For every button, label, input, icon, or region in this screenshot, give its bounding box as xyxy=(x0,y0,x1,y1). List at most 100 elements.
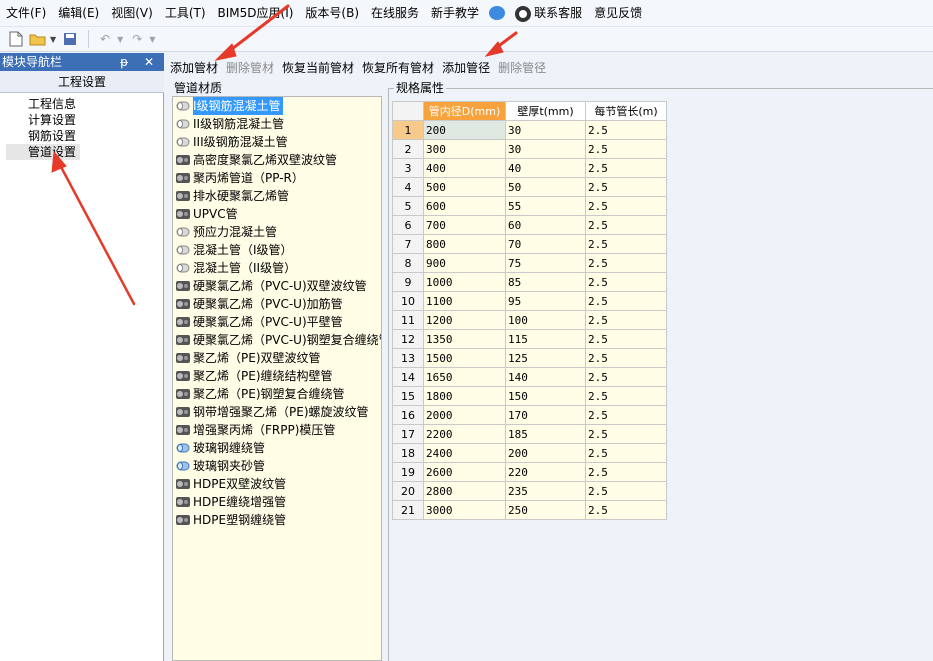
cell-wall-thickness[interactable]: 85 xyxy=(505,272,586,292)
cell-pipe-length[interactable]: 2.5 xyxy=(585,329,667,349)
undo-icon[interactable]: ↶ xyxy=(95,29,115,49)
menu-file[interactable]: 文件(F) xyxy=(0,0,52,26)
cell-diameter[interactable]: 3000 xyxy=(423,500,506,520)
cell-diameter[interactable]: 1000 xyxy=(423,272,506,292)
material-item[interactable]: HDPE双壁波纹管 xyxy=(173,475,381,493)
column-header-pipe-length[interactable]: 每节管长(m) xyxy=(585,101,667,121)
cell-wall-thickness[interactable]: 60 xyxy=(505,215,586,235)
table-row[interactable]: 17 2200 185 2.5 xyxy=(392,424,667,444)
menu-view[interactable]: 视图(V) xyxy=(105,0,159,26)
material-item[interactable]: 硬聚氯乙烯（PVC-U)钢塑复合缠绕管 xyxy=(173,331,381,349)
cell-diameter[interactable]: 800 xyxy=(423,234,506,254)
nav-item-project-info[interactable]: 工程信息 xyxy=(0,96,163,112)
cell-diameter[interactable]: 200 xyxy=(423,120,506,140)
material-item[interactable]: 硬聚氯乙烯（PVC-U)加筋管 xyxy=(173,295,381,313)
table-row[interactable]: 2 300 30 2.5 xyxy=(392,139,667,159)
nav-tab-project-settings[interactable]: 工程设置 xyxy=(0,71,164,93)
cell-pipe-length[interactable]: 2.5 xyxy=(585,500,667,520)
material-item[interactable]: 硬聚氯乙烯（PVC-U)双壁波纹管 xyxy=(173,277,381,295)
cell-wall-thickness[interactable]: 30 xyxy=(505,139,586,159)
cell-pipe-length[interactable]: 2.5 xyxy=(585,462,667,482)
cell-pipe-length[interactable]: 2.5 xyxy=(585,386,667,406)
material-item[interactable]: 聚乙烯（PE)钢塑复合缠绕管 xyxy=(173,385,381,403)
cell-diameter[interactable]: 1800 xyxy=(423,386,506,406)
menu-contact[interactable]: 联系客服 xyxy=(509,0,588,26)
cell-diameter[interactable]: 2800 xyxy=(423,481,506,501)
cell-pipe-length[interactable]: 2.5 xyxy=(585,215,667,235)
cell-pipe-length[interactable]: 2.5 xyxy=(585,272,667,292)
cell-wall-thickness[interactable]: 185 xyxy=(505,424,586,444)
redo-icon[interactable]: ↷ xyxy=(127,29,147,49)
menu-bim5d[interactable]: BIM5D应用(I) xyxy=(212,0,300,26)
material-item[interactable]: UPVC管 xyxy=(173,205,381,223)
cell-pipe-length[interactable]: 2.5 xyxy=(585,253,667,273)
cell-diameter[interactable]: 1650 xyxy=(423,367,506,387)
cell-wall-thickness[interactable]: 200 xyxy=(505,443,586,463)
cell-diameter[interactable]: 1500 xyxy=(423,348,506,368)
table-row[interactable]: 5 600 55 2.5 xyxy=(392,196,667,216)
nav-item-rebar-settings[interactable]: 钢筋设置 xyxy=(0,128,163,144)
cell-diameter[interactable]: 2600 xyxy=(423,462,506,482)
cell-diameter[interactable]: 500 xyxy=(423,177,506,197)
column-header-diameter[interactable]: 管内径D(mm) xyxy=(423,101,506,121)
menu-version[interactable]: 版本号(B) xyxy=(299,0,365,26)
cell-pipe-length[interactable]: 2.5 xyxy=(585,234,667,254)
table-row[interactable]: 21 3000 250 2.5 xyxy=(392,500,667,520)
material-item[interactable]: 混凝土管（I级管） xyxy=(173,241,381,259)
table-row[interactable]: 15 1800 150 2.5 xyxy=(392,386,667,406)
material-item[interactable]: III级钢筋混凝土管 xyxy=(173,133,381,151)
cell-wall-thickness[interactable]: 100 xyxy=(505,310,586,330)
nav-item-calc-settings[interactable]: 计算设置 xyxy=(0,112,163,128)
table-row[interactable]: 3 400 40 2.5 xyxy=(392,158,667,178)
cell-pipe-length[interactable]: 2.5 xyxy=(585,424,667,444)
cell-pipe-length[interactable]: 2.5 xyxy=(585,481,667,501)
cell-wall-thickness[interactable]: 95 xyxy=(505,291,586,311)
cell-wall-thickness[interactable]: 140 xyxy=(505,367,586,387)
menu-online-service[interactable]: 在线服务 xyxy=(365,0,425,26)
cell-diameter[interactable]: 2000 xyxy=(423,405,506,425)
table-row[interactable]: 12 1350 115 2.5 xyxy=(392,329,667,349)
material-item[interactable]: 预应力混凝土管 xyxy=(173,223,381,241)
menu-tutorial[interactable]: 新手教学 xyxy=(425,0,485,26)
cell-diameter[interactable]: 900 xyxy=(423,253,506,273)
cell-pipe-length[interactable]: 2.5 xyxy=(585,177,667,197)
menu-tools[interactable]: 工具(T) xyxy=(159,0,212,26)
material-item[interactable]: 聚乙烯（PE)双壁波纹管 xyxy=(173,349,381,367)
cell-wall-thickness[interactable]: 170 xyxy=(505,405,586,425)
table-row[interactable]: 18 2400 200 2.5 xyxy=(392,443,667,463)
chevron-down-icon[interactable]: ▼ xyxy=(50,35,56,44)
table-row[interactable]: 10 1100 95 2.5 xyxy=(392,291,667,311)
cell-diameter[interactable]: 300 xyxy=(423,139,506,159)
cell-pipe-length[interactable]: 2.5 xyxy=(585,367,667,387)
cell-wall-thickness[interactable]: 220 xyxy=(505,462,586,482)
cell-pipe-length[interactable]: 2.5 xyxy=(585,158,667,178)
chat-icon[interactable] xyxy=(489,6,506,20)
material-item[interactable]: 排水硬聚氯乙烯管 xyxy=(173,187,381,205)
cell-diameter[interactable]: 700 xyxy=(423,215,506,235)
cell-wall-thickness[interactable]: 40 xyxy=(505,158,586,178)
cell-wall-thickness[interactable]: 55 xyxy=(505,196,586,216)
cell-wall-thickness[interactable]: 30 xyxy=(505,120,586,140)
cell-pipe-length[interactable]: 2.5 xyxy=(585,443,667,463)
delete-diameter-button[interactable]: 删除管径 xyxy=(498,59,546,76)
material-item[interactable]: 增强聚丙烯（FRPP)模压管 xyxy=(173,421,381,439)
table-row[interactable]: 1 200 30 2.5 xyxy=(392,120,667,140)
material-item[interactable]: 聚乙烯（PE)缠绕结构壁管 xyxy=(173,367,381,385)
material-item[interactable]: HDPE缠绕增强管 xyxy=(173,493,381,511)
table-row[interactable]: 9 1000 85 2.5 xyxy=(392,272,667,292)
cell-wall-thickness[interactable]: 70 xyxy=(505,234,586,254)
material-item[interactable]: 玻璃钢缠绕管 xyxy=(173,439,381,457)
cell-wall-thickness[interactable]: 115 xyxy=(505,329,586,349)
material-item[interactable]: II级钢筋混凝土管 xyxy=(173,115,381,133)
menu-feedback[interactable]: 意见反馈 xyxy=(588,0,648,26)
table-row[interactable]: 13 1500 125 2.5 xyxy=(392,348,667,368)
cell-wall-thickness[interactable]: 50 xyxy=(505,177,586,197)
cell-wall-thickness[interactable]: 125 xyxy=(505,348,586,368)
chevron-down-icon[interactable]: ▼ xyxy=(117,35,123,44)
cell-diameter[interactable]: 2400 xyxy=(423,443,506,463)
cell-diameter[interactable]: 1100 xyxy=(423,291,506,311)
material-item[interactable]: HDPE塑钢缠绕管 xyxy=(173,511,381,529)
add-diameter-button[interactable]: 添加管径 xyxy=(442,59,490,76)
nav-panel-controls[interactable]: ᵽ ✕ xyxy=(120,53,160,71)
chevron-down-icon[interactable]: ▼ xyxy=(149,35,155,44)
